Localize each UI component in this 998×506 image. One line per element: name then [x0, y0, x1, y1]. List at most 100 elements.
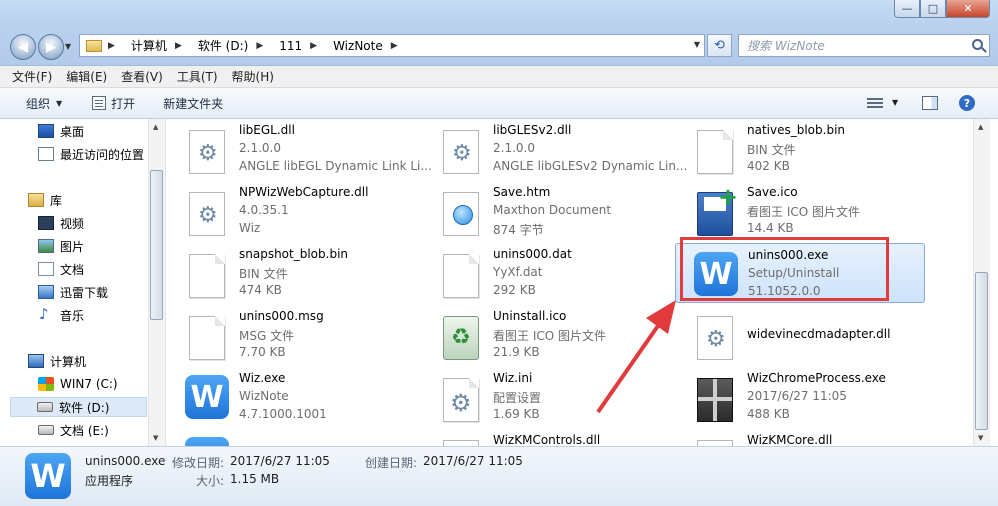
blank-file-icon	[189, 254, 225, 298]
scroll-down-icon[interactable]: ▼	[153, 434, 158, 442]
breadcrumb-separator-icon[interactable]: ▶	[175, 41, 182, 51]
file-item[interactable]: Save.htm Maxthon Document 874 字节	[421, 181, 671, 241]
change-view-icon[interactable]	[867, 96, 883, 110]
recent-pages-dropdown[interactable]: ▼	[65, 42, 71, 51]
details-pane: W unins000.exe 应用程序 修改日期: 2017/6/27 11:0…	[0, 446, 998, 506]
wiznote-app-icon: W	[185, 375, 229, 419]
breadcrumb-item[interactable]: WizNote	[333, 39, 383, 53]
breadcrumb-separator-icon[interactable]: ▶	[310, 41, 317, 51]
scroll-up-icon[interactable]: ▲	[153, 123, 158, 131]
nav-item-videos[interactable]: 视频	[38, 213, 84, 233]
details-modified-label: 修改日期:	[172, 456, 225, 470]
highlight-box	[680, 237, 889, 301]
address-bar[interactable]: ▶ 计算机 ▶ 软件 (D:) ▶ 111 ▶ WizNote ▶ ▼	[79, 34, 705, 57]
minimize-button[interactable]: —	[894, 0, 920, 18]
file-item[interactable]: NPWizWebCapture.dll 4.0.35.1 Wiz	[167, 181, 417, 241]
open-button[interactable]: 打开	[92, 95, 135, 112]
breadcrumb-separator-icon[interactable]: ▶	[256, 41, 263, 51]
refresh-button[interactable]: ⟲	[707, 34, 732, 57]
drive-icon	[37, 402, 53, 412]
details-size-label: 大小:	[196, 474, 225, 488]
breadcrumb-item[interactable]: 计算机	[131, 37, 167, 54]
dll-icon	[443, 130, 479, 174]
file-item[interactable]: WizKMControls.dll	[421, 429, 671, 446]
menu-file[interactable]: 文件(F)	[12, 68, 52, 85]
menu-help[interactable]: 帮助(H)	[232, 68, 274, 85]
file-item[interactable]: unins000.dat YyXf.dat 292 KB	[421, 243, 671, 303]
help-icon[interactable]: ?	[959, 95, 975, 111]
organize-button[interactable]: 组织 ▼	[26, 95, 62, 112]
details-created-label: 创建日期:	[365, 456, 418, 470]
recent-places-icon	[38, 147, 54, 161]
forward-arrow-icon: ▶	[46, 39, 56, 55]
nav-item-documents[interactable]: 文档	[38, 259, 84, 279]
breadcrumb-item[interactable]: 软件 (D:)	[198, 37, 248, 54]
view-options-dropdown[interactable]: ▼	[892, 98, 898, 107]
file-item[interactable]: widevinecdmadapter.dll	[675, 305, 925, 365]
nav-item-drive-c[interactable]: WIN7 (C:)	[38, 374, 118, 394]
search-input[interactable]: 搜索 WizNote	[738, 34, 990, 57]
download-icon	[38, 285, 54, 299]
scroll-down-icon[interactable]: ▼	[978, 434, 983, 442]
breadcrumb-item[interactable]: 111	[279, 39, 302, 53]
file-item[interactable]: natives_blob.bin BIN 文件 402 KB	[675, 119, 925, 179]
music-icon	[38, 305, 54, 323]
nav-item-computer[interactable]: 计算机	[28, 351, 86, 371]
breadcrumb-separator-icon[interactable]: ▶	[108, 41, 115, 51]
file-item[interactable]: unins000.msg MSG 文件 7.70 KB	[167, 305, 417, 365]
html-file-icon	[443, 192, 479, 236]
menu-view[interactable]: 查看(V)	[121, 68, 163, 85]
file-item[interactable]: libGLESv2.dll 2.1.0.0 ANGLE libGLESv2 Dy…	[421, 119, 687, 179]
blank-file-icon	[697, 130, 733, 174]
search-icon[interactable]	[972, 39, 983, 50]
menu-bar: 文件(F) 编辑(E) 查看(V) 工具(T) 帮助(H)	[0, 66, 998, 88]
file-item[interactable]: W	[167, 429, 417, 446]
nav-item-thunder-downloads[interactable]: 迅雷下载	[38, 282, 108, 302]
nav-scrollbar-thumb[interactable]	[150, 170, 163, 320]
dll-icon	[189, 130, 225, 174]
wiznote-app-icon: W	[25, 453, 71, 499]
address-history-dropdown[interactable]: ▼	[694, 40, 700, 49]
nav-item-music[interactable]: 音乐	[38, 305, 84, 325]
open-icon	[92, 96, 107, 110]
chevron-down-icon: ▼	[56, 98, 63, 108]
command-bar: 组织 ▼ 打开 新建文件夹	[0, 88, 998, 119]
scroll-up-icon[interactable]: ▲	[978, 123, 983, 131]
nav-item-libraries[interactable]: 库	[28, 190, 62, 210]
details-file-name: unins000.exe	[85, 454, 166, 468]
nav-item-recent-places[interactable]: 最近访问的位置	[38, 144, 144, 164]
back-button[interactable]: ◀	[10, 34, 36, 60]
file-item[interactable]: libEGL.dll 2.1.0.0 ANGLE libEGL Dynamic …	[167, 119, 432, 179]
window-controls: — □ ✕	[894, 0, 990, 18]
menu-tools[interactable]: 工具(T)	[177, 68, 218, 85]
dll-icon	[697, 316, 733, 360]
nav-item-desktop[interactable]: 桌面	[38, 121, 84, 141]
close-button[interactable]: ✕	[946, 0, 990, 18]
nav-item-pictures[interactable]: 图片	[38, 236, 84, 256]
maximize-button[interactable]: □	[920, 0, 946, 18]
file-item[interactable]: snapshot_blob.bin BIN 文件 474 KB	[167, 243, 417, 303]
file-item[interactable]: WizKMCore.dll	[675, 429, 925, 446]
file-item[interactable]: WizChromeProcess.exe 2017/6/27 11:05 488…	[675, 367, 925, 427]
new-folder-button[interactable]: 新建文件夹	[163, 95, 223, 112]
nav-item-drive-d[interactable]: 软件 (D:)	[10, 397, 147, 417]
back-arrow-icon: ◀	[18, 39, 28, 55]
content-scrollbar-thumb[interactable]	[975, 272, 988, 430]
details-modified-value: 2017/6/27 11:05	[230, 454, 330, 468]
menu-edit[interactable]: 编辑(E)	[66, 68, 107, 85]
video-icon	[38, 216, 54, 230]
forward-button[interactable]: ▶	[38, 34, 64, 60]
breadcrumb-separator-icon[interactable]: ▶	[391, 41, 398, 51]
blank-file-icon	[189, 316, 225, 360]
navigation-pane: 桌面 最近访问的位置 库 视频 图片 文档 迅雷下载 音乐 计算机 WIN7 (…	[0, 119, 166, 446]
drive-icon	[38, 425, 54, 435]
floppy-save-icon	[697, 183, 738, 236]
details-size-value: 1.15 MB	[230, 472, 280, 486]
file-item[interactable]: W Wiz.exe WizNote 4.7.1000.1001	[167, 367, 417, 427]
refresh-icon: ⟲	[714, 38, 725, 53]
nav-item-drive-e[interactable]: 文档 (E:)	[38, 420, 109, 440]
blank-file-icon	[443, 254, 479, 298]
dll-icon	[189, 192, 225, 236]
file-item[interactable]: Save.ico 看图王 ICO 图片文件 14.4 KB	[675, 181, 925, 241]
preview-pane-icon[interactable]	[922, 96, 938, 110]
